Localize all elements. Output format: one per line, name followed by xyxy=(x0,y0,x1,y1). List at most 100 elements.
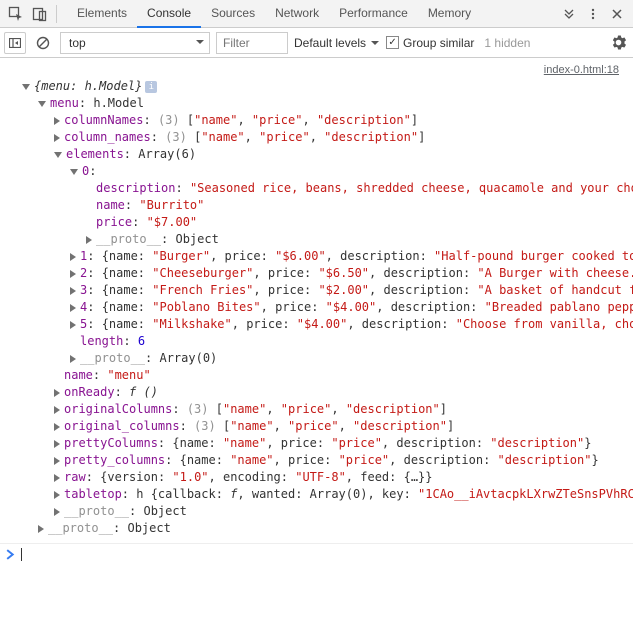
disclosure-arrow[interactable] xyxy=(54,152,62,158)
disclosure-arrow[interactable] xyxy=(54,474,60,482)
source-link[interactable]: index-0.html:18 xyxy=(0,58,633,76)
property-value: "Seasoned rice, beans, shredded cheese, … xyxy=(190,181,633,195)
property-key: original_columns xyxy=(64,419,180,433)
levels-label: Default levels xyxy=(294,36,366,50)
disclosure-arrow[interactable] xyxy=(70,321,76,329)
toggle-sidebar-icon[interactable] xyxy=(4,32,26,54)
disclosure-arrow[interactable] xyxy=(54,117,60,125)
property-key: name xyxy=(96,198,125,212)
disclosure-arrow[interactable] xyxy=(54,423,60,431)
object-preview: {name: "Milkshake", price: "$4.00", desc… xyxy=(102,317,633,331)
property-value: Object xyxy=(143,504,186,518)
array-index: 0 xyxy=(82,164,89,178)
disclosure-arrow[interactable] xyxy=(54,491,60,499)
property-key: column_names xyxy=(64,130,151,144)
device-toggle-icon[interactable] xyxy=(28,2,52,26)
console-prompt[interactable] xyxy=(0,543,633,565)
disclosure-arrow[interactable] xyxy=(54,508,60,516)
disclosure-arrow[interactable] xyxy=(54,457,60,465)
object-preview: {name: "Burger", price: "$6.00", descrip… xyxy=(102,249,633,263)
inspect-icon[interactable] xyxy=(4,2,28,26)
property-key: __proto__ xyxy=(96,232,161,246)
object-preview[interactable]: {menu: h.Model} xyxy=(34,79,142,93)
disclosure-arrow[interactable] xyxy=(54,389,60,397)
array-preview: ["name", "price", "description"] xyxy=(194,130,425,144)
prompt-icon xyxy=(6,549,15,560)
tab-sources[interactable]: Sources xyxy=(201,0,265,28)
array-preview: ["name", "price", "description"] xyxy=(223,419,454,433)
console-toolbar: top Default levels ✓ Group similar 1 hid… xyxy=(0,28,633,58)
disclosure-arrow[interactable] xyxy=(86,236,92,244)
disclosure-arrow[interactable] xyxy=(38,101,46,107)
object-preview: {name: "name", price: "price", descripti… xyxy=(180,453,599,467)
console-output: {menu: h.Model}i menu: h.Model columnNam… xyxy=(0,76,633,543)
array-length: (3) xyxy=(187,402,209,416)
array-index: 5 xyxy=(80,317,87,331)
disclosure-arrow[interactable] xyxy=(54,440,60,448)
gear-icon[interactable] xyxy=(607,32,629,54)
property-value: 6 xyxy=(138,334,145,348)
tab-performance[interactable]: Performance xyxy=(329,0,418,28)
property-key: pretty_columns xyxy=(64,453,165,467)
more-tabs-icon[interactable] xyxy=(557,2,581,26)
array-index: 3 xyxy=(80,283,87,297)
array-index: 4 xyxy=(80,300,87,314)
disclosure-arrow[interactable] xyxy=(38,525,44,533)
property-value: "$7.00" xyxy=(147,215,198,229)
array-length: (3) xyxy=(158,113,180,127)
property-key: length xyxy=(80,334,123,348)
property-key: originalColumns xyxy=(64,402,172,416)
property-value: h.Model xyxy=(93,96,144,110)
group-similar-toggle[interactable]: ✓ Group similar xyxy=(386,36,474,50)
devtools-toolbar: Elements Console Sources Network Perform… xyxy=(0,0,633,28)
property-value: "menu" xyxy=(107,368,150,382)
info-icon[interactable]: i xyxy=(145,81,157,93)
clear-console-icon[interactable] xyxy=(32,32,54,54)
tab-elements[interactable]: Elements xyxy=(67,0,137,28)
disclosure-arrow[interactable] xyxy=(22,84,30,90)
disclosure-arrow[interactable] xyxy=(54,134,60,142)
property-key: __proto__ xyxy=(48,521,113,535)
execution-context-select[interactable]: top xyxy=(60,32,210,54)
property-value: Object xyxy=(175,232,218,246)
context-value: top xyxy=(69,36,86,50)
disclosure-arrow[interactable] xyxy=(70,287,76,295)
log-levels-select[interactable]: Default levels xyxy=(294,36,380,50)
property-key: __proto__ xyxy=(80,351,145,365)
disclosure-arrow[interactable] xyxy=(70,304,76,312)
property-key: onReady xyxy=(64,385,115,399)
property-value: f () xyxy=(129,385,158,399)
disclosure-arrow[interactable] xyxy=(70,355,76,363)
property-key: raw xyxy=(64,470,86,484)
filter-input[interactable] xyxy=(216,32,288,54)
object-preview: h {callback: f, wanted: Array(0), key: "… xyxy=(136,487,633,501)
property-key: tabletop xyxy=(64,487,122,501)
object-preview: {name: "Poblano Bites", price: "$4.00", … xyxy=(102,300,633,314)
array-index: 2 xyxy=(80,266,87,280)
text-cursor xyxy=(21,548,22,561)
property-value: Array(6) xyxy=(138,147,196,161)
property-key: columnNames xyxy=(64,113,143,127)
group-similar-label: Group similar xyxy=(403,36,474,50)
hidden-count: 1 hidden xyxy=(484,36,530,50)
property-key: __proto__ xyxy=(64,504,129,518)
tab-memory[interactable]: Memory xyxy=(418,0,481,28)
disclosure-arrow[interactable] xyxy=(70,169,78,175)
object-preview: {name: "name", price: "price", descripti… xyxy=(172,436,591,450)
property-key: price xyxy=(96,215,132,229)
checkbox-icon: ✓ xyxy=(386,36,399,49)
disclosure-arrow[interactable] xyxy=(54,406,60,414)
property-value: "Burrito" xyxy=(139,198,204,212)
disclosure-arrow[interactable] xyxy=(70,270,76,278)
close-devtools-icon[interactable] xyxy=(605,2,629,26)
property-key: description xyxy=(96,181,175,195)
object-preview: {name: "Cheeseburger", price: "$6.50", d… xyxy=(102,266,633,280)
kebab-menu-icon[interactable] xyxy=(581,2,605,26)
property-value: Array(0) xyxy=(159,351,217,365)
array-preview: ["name", "price", "description"] xyxy=(187,113,418,127)
tab-network[interactable]: Network xyxy=(265,0,329,28)
disclosure-arrow[interactable] xyxy=(70,253,76,261)
tab-console[interactable]: Console xyxy=(137,0,201,28)
array-preview: ["name", "price", "description"] xyxy=(216,402,447,416)
array-length: (3) xyxy=(194,419,216,433)
